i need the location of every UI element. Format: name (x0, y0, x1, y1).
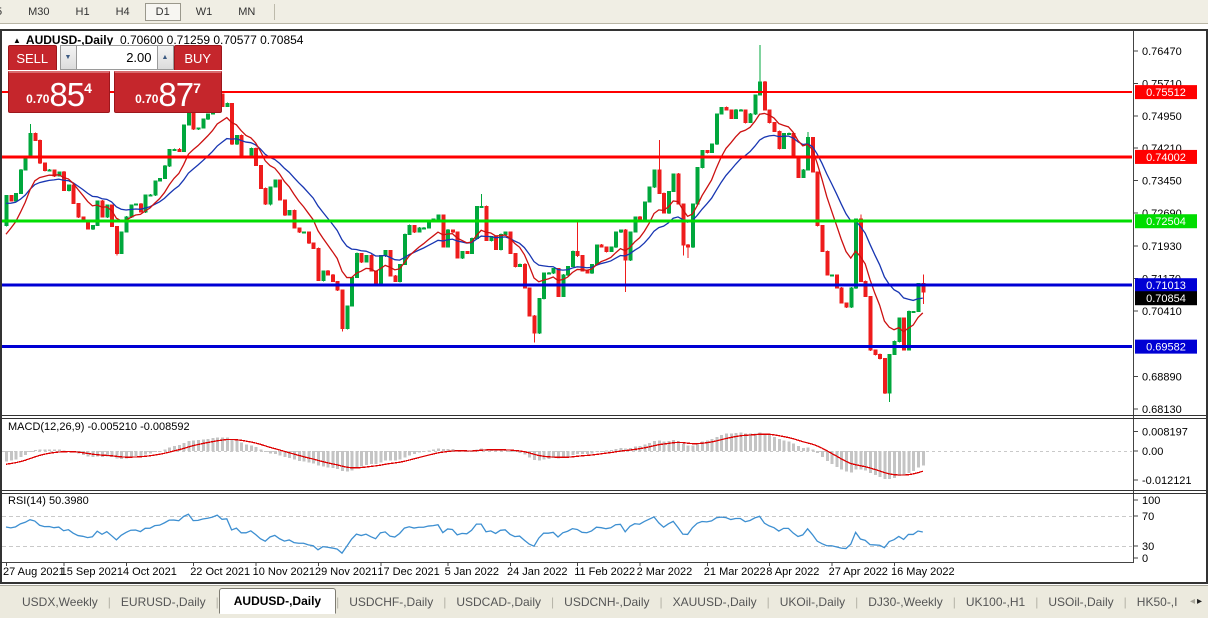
tab-usoil-daily[interactable]: USOil-,Daily (1038, 591, 1123, 613)
svg-text:27 Aug 2021: 27 Aug 2021 (3, 566, 65, 578)
svg-text:17 Dec 2021: 17 Dec 2021 (377, 566, 439, 578)
tab-scroll-left-icon[interactable]: ◂ (1190, 596, 1197, 607)
sell-button[interactable]: SELL (8, 45, 57, 70)
buy-price-display[interactable]: 0.70 87 7 (114, 71, 222, 113)
sell-price-prefix: 0.70 (26, 92, 49, 106)
tab-dj30-weekly[interactable]: DJ30-,Weekly (858, 591, 952, 613)
svg-text:22 Oct 2021: 22 Oct 2021 (190, 566, 250, 578)
volume-input[interactable] (77, 45, 157, 70)
svg-text:-0.012121: -0.012121 (1142, 475, 1192, 487)
rsi-panel: 100 70 300 (2, 495, 1160, 565)
svg-text:27 Apr 2022: 27 Apr 2022 (829, 566, 888, 578)
tab-usdx-weekly[interactable]: USDX,Weekly (12, 591, 108, 613)
buy-price-big: 87 (158, 80, 193, 110)
svg-text:30: 30 (1142, 541, 1154, 553)
tab-usdchf-daily[interactable]: USDCHF-,Daily (339, 591, 443, 613)
sell-price-big: 85 (49, 80, 84, 110)
svg-text:0.68130: 0.68130 (1142, 404, 1182, 416)
svg-text:4 Oct 2021: 4 Oct 2021 (123, 566, 177, 578)
horizontal-levels[interactable] (2, 92, 1132, 347)
buy-price-pip: 7 (193, 80, 201, 96)
svg-text:24 Jan 2022: 24 Jan 2022 (507, 566, 568, 578)
svg-text:0.71930: 0.71930 (1142, 241, 1182, 253)
svg-text:15 Sep 2021: 15 Sep 2021 (61, 566, 123, 578)
volume-decrease-icon[interactable]: ▼ (60, 45, 77, 70)
svg-text:0.73450: 0.73450 (1142, 176, 1182, 188)
volume-stepper: ▼ ▲ (60, 45, 174, 70)
sell-price-pip: 4 (84, 80, 92, 96)
svg-text:29 Nov 2021: 29 Nov 2021 (315, 566, 377, 578)
tab-usdcad-daily[interactable]: USDCAD-,Daily (446, 591, 551, 613)
tab-eurusd-daily[interactable]: EURUSD-,Daily (111, 591, 216, 613)
svg-text:8 Apr 2022: 8 Apr 2022 (766, 566, 819, 578)
tab-uk100-h1[interactable]: UK100-,H1 (956, 591, 1035, 613)
tab-audusd-daily[interactable]: AUDUSD-,Daily (219, 588, 336, 614)
svg-text:100: 100 (1142, 495, 1160, 507)
svg-text:0.70410: 0.70410 (1142, 306, 1182, 318)
collapse-panel-icon[interactable]: ▲ (13, 36, 21, 45)
tab-scroll-arrows[interactable]: ◂▸ (1190, 596, 1204, 607)
svg-text:0.74950: 0.74950 (1142, 111, 1182, 123)
tab-ukoil-daily[interactable]: UKOil-,Daily (770, 591, 855, 613)
svg-text:0.008197: 0.008197 (1142, 426, 1188, 438)
svg-text:0: 0 (1142, 553, 1148, 565)
buy-price-prefix: 0.70 (135, 92, 158, 106)
rsi-indicator-label: RSI(14) 50.3980 (8, 495, 89, 507)
svg-text:10 Nov 2021: 10 Nov 2021 (253, 566, 315, 578)
svg-text:70: 70 (1142, 511, 1154, 523)
svg-text:21 Mar 2022: 21 Mar 2022 (704, 566, 766, 578)
volume-increase-icon[interactable]: ▲ (157, 45, 174, 70)
svg-text:0.75512: 0.75512 (1146, 87, 1186, 99)
svg-text:0.74002: 0.74002 (1146, 152, 1186, 164)
tab-scroll-right-icon[interactable]: ▸ (1197, 596, 1204, 607)
svg-text:16 May 2022: 16 May 2022 (891, 566, 955, 578)
macd-indicator-label: MACD(12,26,9) -0.005210 -0.008592 (8, 421, 190, 433)
macd-panel: 0.008197 0.00 -0.012121 (2, 426, 1192, 487)
svg-text:2 Mar 2022: 2 Mar 2022 (637, 566, 693, 578)
tab-usdcnh-daily[interactable]: USDCNH-,Daily (554, 591, 659, 613)
svg-text:11 Feb 2022: 11 Feb 2022 (574, 566, 635, 578)
svg-text:0.00: 0.00 (1142, 446, 1163, 458)
svg-text:0.76470: 0.76470 (1142, 46, 1182, 58)
time-axis: 27 Aug 202115 Sep 20214 Oct 2021 22 Oct 2… (3, 562, 955, 578)
tab-hk50-i[interactable]: HK50-,I (1127, 591, 1188, 613)
svg-text:0.70854: 0.70854 (1146, 293, 1186, 305)
svg-text:0.72504: 0.72504 (1146, 216, 1186, 228)
tab-xauusd-daily[interactable]: XAUUSD-,Daily (663, 591, 767, 613)
mt4-window: 5M30H1H4D1W1MN 0.764700.757100.749500.74… (0, 0, 1208, 618)
svg-text:0.68890: 0.68890 (1142, 371, 1182, 383)
buy-button[interactable]: BUY (174, 45, 223, 70)
svg-text:0.69582: 0.69582 (1146, 342, 1186, 354)
svg-text:5 Jan 2022: 5 Jan 2022 (445, 566, 499, 578)
chart-tabs-bar: USDX,Weekly|EURUSD-,Daily|AUDUSD-,Daily|… (0, 585, 1208, 618)
one-click-trade-panel: SELL ▼ ▲ BUY 0.70 85 4 0.70 87 7 (8, 45, 222, 113)
sell-price-display[interactable]: 0.70 85 4 (8, 71, 110, 113)
svg-text:0.71013: 0.71013 (1146, 280, 1186, 292)
